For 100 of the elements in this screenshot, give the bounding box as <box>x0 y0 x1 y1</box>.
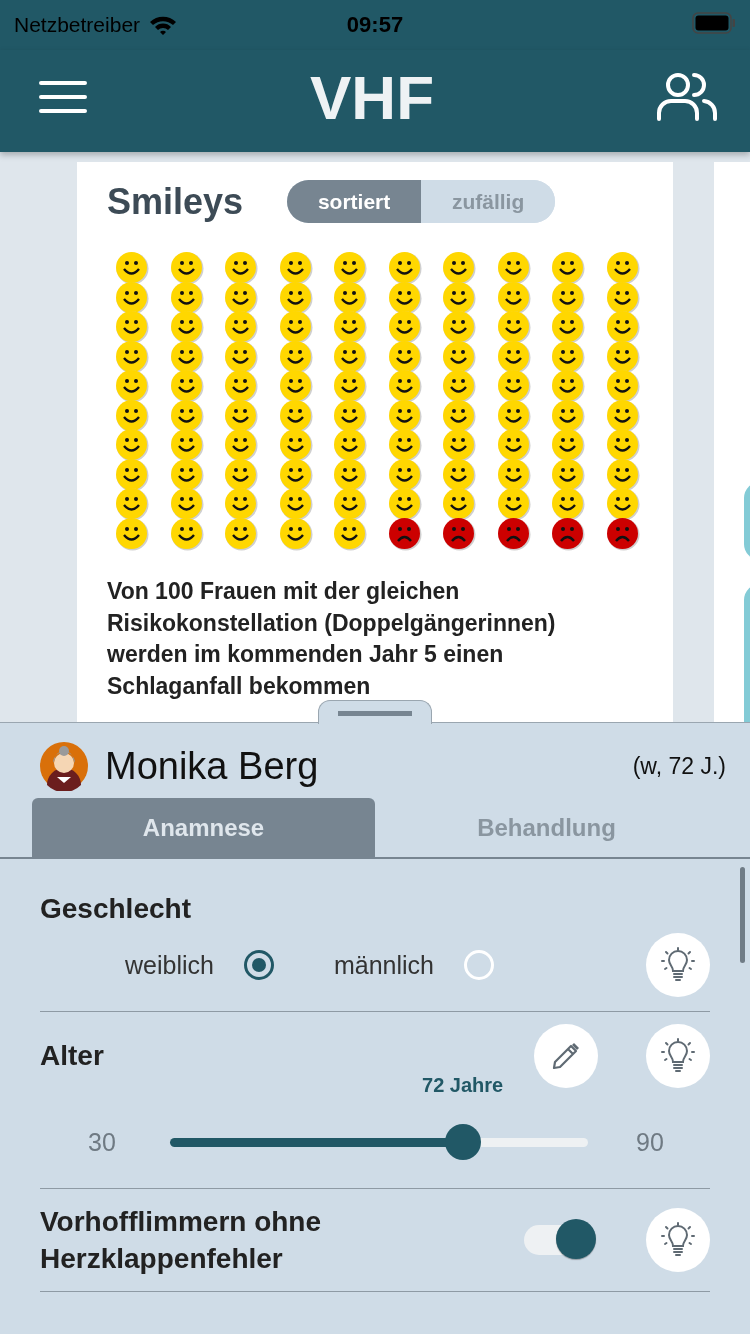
smiley-icon <box>115 428 149 462</box>
toggle-switch[interactable] <box>524 1219 598 1261</box>
smiley-icon <box>496 280 531 315</box>
smiley-icon <box>605 339 640 374</box>
age-slider[interactable] <box>170 1124 588 1160</box>
smiley-icon <box>387 339 422 374</box>
smiley-icon <box>169 310 204 344</box>
menu-button[interactable] <box>38 79 88 115</box>
clock-time: 09:57 <box>345 12 405 38</box>
smiley-icon <box>169 487 204 521</box>
patients-button[interactable] <box>656 71 718 123</box>
smiley-icon <box>115 310 149 344</box>
scrollbar[interactable] <box>740 867 745 963</box>
smiley-icon <box>496 339 531 374</box>
smiley-icon <box>496 487 531 521</box>
smiley-icon <box>442 428 476 462</box>
smiley-icon <box>115 487 149 521</box>
result-text: Von 100 Frauen mit der gleichen Risikokonstellation (Doppelgängerinnen) werden im kommenden Jahr 5 einen Schlaganfall bekommen <box>107 577 557 701</box>
smiley-icon <box>551 398 585 433</box>
smiley-icon <box>387 310 422 344</box>
smiley-icon <box>387 428 422 462</box>
smiley-icon <box>333 487 367 521</box>
frown-icon <box>605 516 640 551</box>
frown-icon <box>442 516 476 551</box>
smiley-icon <box>115 516 149 551</box>
smiley-icon <box>169 516 204 551</box>
smiley-icon <box>551 251 585 285</box>
smiley-icon <box>605 398 640 433</box>
smiley-icon <box>333 339 367 374</box>
smiley-icon <box>115 369 149 403</box>
smiley-icon <box>115 280 149 315</box>
smiley-icon <box>442 487 476 521</box>
smiley-icon <box>169 339 204 374</box>
smiley-icon <box>333 251 367 285</box>
smiley-icon <box>278 310 313 344</box>
smiley-icon <box>278 339 313 374</box>
smiley-icon <box>278 487 313 521</box>
battery-icon <box>692 12 736 34</box>
smiley-icon <box>224 339 258 374</box>
smiley-icon <box>115 339 149 374</box>
segment-tab[interactable]: sortiert <box>287 180 422 223</box>
radio-button[interactable] <box>243 950 274 980</box>
smiley-icon <box>278 457 313 492</box>
patient-name: Monika Berg <box>105 744 319 788</box>
smiley-icon <box>496 457 531 492</box>
smiley-icon <box>333 516 367 551</box>
smiley-icon <box>551 428 585 462</box>
sheet-handle[interactable] <box>318 700 432 724</box>
frown-icon <box>551 516 585 551</box>
frown-icon <box>496 516 531 551</box>
smiley-icon <box>224 516 258 551</box>
lightbulb-icon <box>661 947 695 983</box>
card-title: Smileys <box>107 180 244 223</box>
smiley-icon <box>442 398 476 433</box>
tab[interactable]: Anamnese <box>32 798 375 857</box>
smiley-icon <box>224 457 258 492</box>
max-label: 90 <box>636 1127 665 1157</box>
smiley-icon <box>551 457 585 492</box>
smiley-icon <box>605 369 640 403</box>
field-label: Geschlecht <box>40 893 191 924</box>
smiley-icon <box>605 457 640 492</box>
smiley-icon <box>333 457 367 492</box>
patient-info: (w, 72 J.) <box>632 752 726 780</box>
smiley-icon <box>387 487 422 521</box>
menu-icon <box>38 79 88 115</box>
smiley-icon <box>442 251 476 285</box>
smiley-icon <box>169 369 204 403</box>
smiley-icon <box>496 428 531 462</box>
smiley-icon <box>333 280 367 315</box>
smiley-icon <box>115 251 149 285</box>
avatar-icon <box>39 741 89 791</box>
smiley-icon <box>387 369 422 403</box>
smiley-icon <box>278 251 313 285</box>
smiley-icon <box>442 369 476 403</box>
slider-value: 72 Jahre <box>422 1074 504 1097</box>
smiley-icon <box>387 251 422 285</box>
smiley-icon <box>115 398 149 433</box>
smiley-icon <box>333 428 367 462</box>
pencil-icon <box>550 1040 582 1072</box>
smiley-icon <box>551 487 585 521</box>
wifi-icon <box>148 14 179 36</box>
smiley-icon <box>169 457 204 492</box>
smiley-icon <box>605 428 640 462</box>
smiley-icon <box>169 428 204 462</box>
smiley-icon <box>496 251 531 285</box>
field-label: Vorhofflimmern ohne Herzklappenfehler <box>40 1205 323 1276</box>
smiley-icon <box>605 280 640 315</box>
lightbulb-icon <box>661 1222 695 1258</box>
smiley-icon <box>224 487 258 521</box>
option-label: männlich <box>333 950 434 980</box>
app-title: VHF <box>310 61 434 133</box>
smiley-icon <box>224 369 258 403</box>
smiley-icon <box>551 310 585 344</box>
smiley-icon <box>169 280 204 315</box>
smiley-icon <box>551 369 585 403</box>
lightbulb-icon <box>661 1038 695 1074</box>
carrier-name: Netzbetreiber <box>14 13 141 37</box>
smiley-icon <box>605 251 640 285</box>
tab[interactable]: Behandlung <box>375 798 718 857</box>
smiley-icon <box>278 516 313 551</box>
